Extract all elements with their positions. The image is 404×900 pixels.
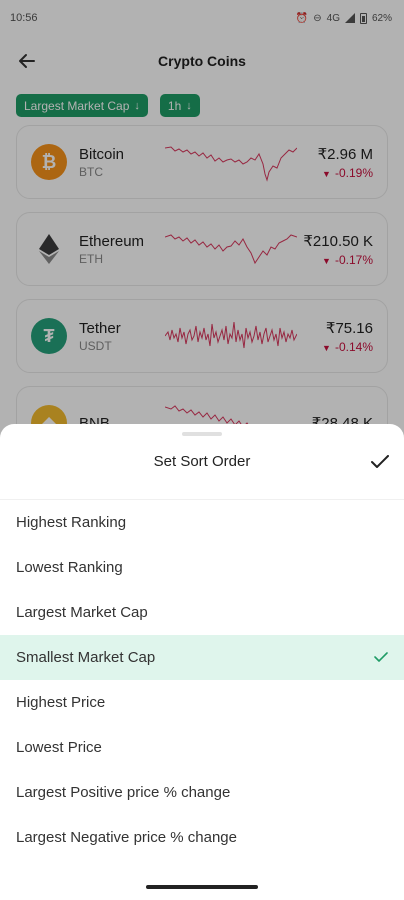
check-icon: [374, 652, 388, 662]
sort-option-smallest-market-cap[interactable]: Smallest Market Cap: [0, 635, 404, 680]
sort-option-highest-ranking[interactable]: Highest Ranking: [0, 500, 404, 545]
option-label: Largest Positive price % change: [16, 784, 231, 801]
option-label: Lowest Ranking: [16, 559, 123, 576]
sort-option-highest-price[interactable]: Highest Price: [0, 680, 404, 725]
sort-option-lowest-price[interactable]: Lowest Price: [0, 725, 404, 770]
check-icon: [371, 455, 389, 468]
option-label: Highest Ranking: [16, 514, 127, 531]
sheet-header: Set Sort Order: [0, 424, 404, 500]
confirm-button[interactable]: [368, 450, 392, 474]
sort-option-largest-positive-change[interactable]: Largest Positive price % change: [0, 770, 404, 815]
option-label: Highest Price: [16, 694, 106, 711]
sort-order-sheet: Set Sort Order Highest Ranking Lowest Ra…: [0, 424, 404, 900]
sort-option-largest-negative-change[interactable]: Largest Negative price % change: [0, 815, 404, 860]
option-label: Smallest Market Cap: [16, 649, 156, 666]
sheet-title: Set Sort Order: [153, 453, 251, 470]
option-label: Largest Negative price % change: [16, 829, 237, 846]
gesture-nav-bar[interactable]: [146, 885, 258, 889]
option-label: Largest Market Cap: [16, 604, 148, 621]
option-label: Lowest Price: [16, 739, 102, 756]
sort-option-lowest-ranking[interactable]: Lowest Ranking: [0, 545, 404, 590]
sort-option-list: Highest Ranking Lowest Ranking Largest M…: [0, 500, 404, 860]
sort-option-largest-market-cap[interactable]: Largest Market Cap: [0, 590, 404, 635]
